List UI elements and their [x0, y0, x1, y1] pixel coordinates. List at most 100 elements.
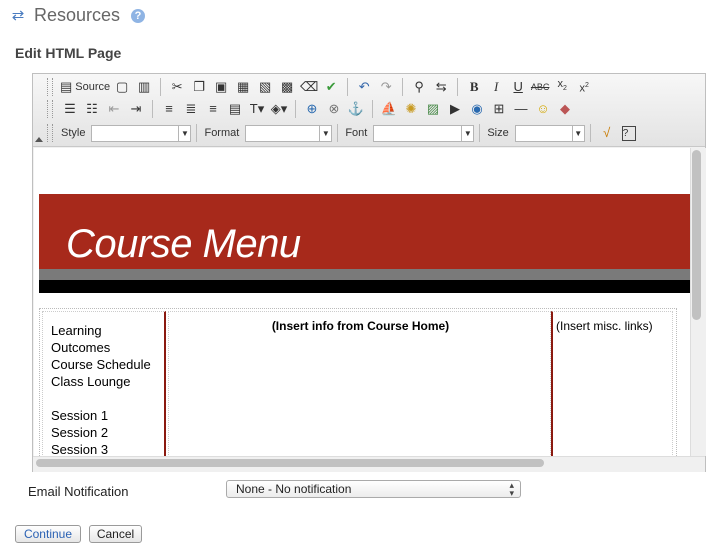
- email-notification-select[interactable]: None - No notification ▴ ▾: [226, 480, 521, 498]
- banner-gray-stripe: [39, 269, 690, 280]
- toolbar-row-1: ▤ Source ▢ ▥ ✂ ❐ ▣ ▦ ▧ ▩ ⌫ ✔ ↶ ↷ ⚲ ⇆ B I…: [47, 76, 595, 98]
- toolbar-separator: [196, 124, 198, 142]
- toolbar-grip[interactable]: [47, 124, 53, 142]
- anchor-icon[interactable]: ⚓: [346, 99, 366, 119]
- align-center-icon[interactable]: ≣: [181, 99, 201, 119]
- text-color-icon[interactable]: T▾: [247, 99, 267, 119]
- align-right-icon[interactable]: ≡: [203, 99, 223, 119]
- size-label: Size: [487, 127, 509, 139]
- toolbar-separator: [402, 78, 404, 96]
- superscript-icon[interactable]: x2: [574, 77, 594, 97]
- refresh-arrows-icon[interactable]: ⇄: [10, 8, 26, 24]
- list-item: Session 2: [51, 425, 109, 440]
- font-label: Font: [345, 127, 368, 139]
- align-left-icon[interactable]: ≡: [159, 99, 179, 119]
- right-placeholder-text: (Insert misc. links): [556, 319, 653, 333]
- right-column: (Insert misc. links): [551, 311, 673, 456]
- equation-icon[interactable]: ⛵: [379, 99, 399, 119]
- numbered-list-icon[interactable]: ☰: [60, 99, 80, 119]
- spellcheck-icon[interactable]: ✔: [321, 77, 341, 97]
- cancel-button[interactable]: Cancel: [89, 525, 142, 543]
- page-title: Resources: [34, 5, 121, 25]
- editor-toolbar: ▤ Source ▢ ▥ ✂ ❐ ▣ ▦ ▧ ▩ ⌫ ✔ ↶ ↷ ⚲ ⇆ B I…: [33, 74, 705, 147]
- middle-column: (Insert info from Course Home): [168, 311, 551, 456]
- browse-icon[interactable]: ◉: [467, 99, 487, 119]
- format-combo[interactable]: ▼: [245, 124, 333, 142]
- media-icon[interactable]: ▶: [445, 99, 465, 119]
- chevron-down-icon: ▼: [461, 125, 473, 141]
- find-icon[interactable]: ⚲: [409, 77, 429, 97]
- paste-word-icon[interactable]: ▧: [255, 77, 275, 97]
- table-icon[interactable]: ⊞: [489, 99, 509, 119]
- banner-black-stripe: [39, 280, 690, 293]
- strike-icon[interactable]: ABC: [530, 77, 550, 97]
- font-combo[interactable]: ▼: [373, 124, 475, 142]
- toolbar-separator: [457, 78, 459, 96]
- toolbar-separator: [347, 78, 349, 96]
- style-label: Style: [61, 127, 86, 139]
- replace-icon[interactable]: ⇆: [431, 77, 451, 97]
- copy-icon[interactable]: ❐: [189, 77, 209, 97]
- chevron-down-icon: ▼: [178, 125, 190, 141]
- layout-table: Learning Outcomes Course Schedule Class …: [39, 308, 677, 456]
- image-icon[interactable]: ▨: [423, 99, 443, 119]
- list-item: Learning: [51, 323, 102, 338]
- html-editor: ▤ Source ▢ ▥ ✂ ❐ ▣ ▦ ▧ ▩ ⌫ ✔ ↶ ↷ ⚲ ⇆ B I…: [32, 73, 706, 472]
- source-label: Source: [75, 81, 111, 93]
- horizontal-rule-icon[interactable]: ―: [511, 99, 531, 119]
- section-heading: Edit HTML Page: [15, 45, 122, 61]
- toolbar-separator: [589, 124, 591, 142]
- vertical-scroll-thumb[interactable]: [692, 150, 701, 320]
- new-page-icon[interactable]: ▢: [112, 77, 132, 97]
- toolbar-separator: [160, 78, 162, 96]
- chevron-down-icon: ▼: [319, 125, 331, 141]
- toolbar-separator: [152, 100, 153, 118]
- math-icon[interactable]: √: [597, 123, 617, 143]
- editor-content[interactable]: Course Menu Learning Outcomes Course Sch…: [34, 148, 690, 456]
- paste-icon[interactable]: ▣: [211, 77, 231, 97]
- underline-icon[interactable]: U: [508, 77, 528, 97]
- undo-icon[interactable]: ↶: [354, 77, 374, 97]
- indent-icon[interactable]: ⇥: [126, 99, 146, 119]
- help-icon[interactable]: ?: [131, 9, 145, 23]
- smiley-icon[interactable]: ☺: [533, 99, 553, 119]
- help-box-icon[interactable]: ?: [619, 123, 639, 143]
- link-icon[interactable]: ⊕: [302, 99, 322, 119]
- updown-arrows-icon: ▴ ▾: [509, 480, 514, 498]
- email-notification-label: Email Notification: [28, 484, 129, 499]
- list-item: Session 3: [51, 442, 109, 456]
- toolbar-separator: [337, 124, 339, 142]
- paste-text-icon[interactable]: ▦: [233, 77, 253, 97]
- justify-icon[interactable]: ▤: [225, 99, 245, 119]
- remove-format-icon[interactable]: ⌫: [299, 77, 319, 97]
- flash-icon[interactable]: ✺: [401, 99, 421, 119]
- selected-value: None - No notification: [236, 482, 352, 496]
- horizontal-scroll-thumb[interactable]: [36, 459, 544, 467]
- list-item: Class Lounge: [51, 374, 131, 389]
- toolbar-grip[interactable]: [47, 100, 53, 118]
- subscript-icon[interactable]: x2: [552, 77, 572, 97]
- continue-button[interactable]: Continue: [15, 525, 81, 543]
- collapse-toolbar-icon[interactable]: [35, 137, 43, 142]
- select-all-icon[interactable]: ▩: [277, 77, 297, 97]
- style-combo[interactable]: ▼: [91, 124, 192, 142]
- list-item: Outcomes: [51, 340, 111, 355]
- source-icon: ▤: [60, 79, 73, 94]
- banner-title: Course Menu: [66, 222, 301, 266]
- chevron-down-icon: ▼: [571, 125, 584, 141]
- size-combo[interactable]: ▼: [514, 124, 585, 142]
- italic-icon[interactable]: I: [486, 77, 506, 97]
- unlink-icon[interactable]: ⊗: [324, 99, 344, 119]
- bg-color-icon[interactable]: ◈▾: [269, 99, 289, 119]
- cut-icon[interactable]: ✂: [167, 77, 187, 97]
- bold-icon[interactable]: B: [464, 77, 484, 97]
- bulleted-list-icon[interactable]: ☷: [82, 99, 102, 119]
- templates-icon[interactable]: ▥: [134, 77, 154, 97]
- special-char-icon[interactable]: ◆: [555, 99, 575, 119]
- toolbar-grip[interactable]: [47, 78, 53, 96]
- toolbar-separator: [479, 124, 481, 142]
- outdent-icon[interactable]: ⇤: [104, 99, 124, 119]
- source-button[interactable]: ▤ Source: [60, 77, 110, 97]
- redo-icon[interactable]: ↷: [376, 77, 396, 97]
- toolbar-row-3: Style ▼ Format ▼ Font ▼ Size ▼ √ ?: [47, 122, 640, 144]
